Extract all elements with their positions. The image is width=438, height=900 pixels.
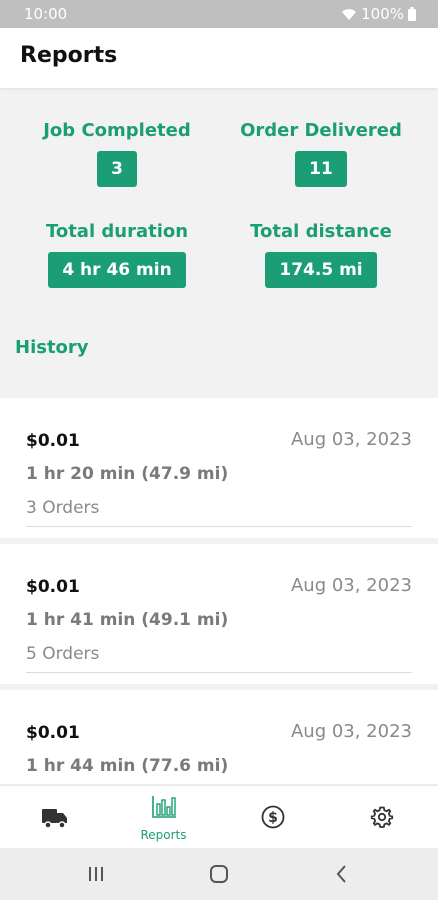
history-duration: 1 hr 44 min (77.6 mi) bbox=[26, 756, 229, 776]
status-indicators: 100% bbox=[341, 5, 416, 23]
nav-settings[interactable] bbox=[327, 786, 436, 848]
order-delivered-label: Order Delivered bbox=[240, 120, 402, 141]
truck-icon bbox=[41, 809, 67, 829]
history-orders: 3 Orders bbox=[26, 498, 100, 518]
status-bar: 10:00 100% bbox=[0, 0, 438, 28]
page-title: Reports bbox=[20, 43, 118, 68]
history-orders: 5 Orders bbox=[26, 644, 100, 664]
history-title: History bbox=[15, 337, 89, 358]
order-delivered-value: 11 bbox=[295, 151, 347, 187]
back-icon[interactable] bbox=[330, 862, 354, 886]
job-completed-label: Job Completed bbox=[43, 120, 191, 141]
bar-chart-icon bbox=[151, 796, 176, 818]
svg-text:$: $ bbox=[268, 810, 278, 826]
history-item[interactable]: $0.01 Aug 03, 2023 1 hr 20 min (47.9 mi)… bbox=[0, 398, 438, 538]
history-list[interactable]: $0.01 Aug 03, 2023 1 hr 20 min (47.9 mi)… bbox=[0, 398, 438, 784]
divider bbox=[26, 672, 412, 673]
nav-reports-label: Reports bbox=[140, 828, 187, 842]
total-distance-value: 174.5 mi bbox=[265, 252, 377, 288]
divider bbox=[26, 526, 412, 527]
total-duration-value: 4 hr 46 min bbox=[48, 252, 186, 288]
wifi-icon bbox=[342, 8, 357, 20]
job-completed-value: 3 bbox=[97, 151, 137, 187]
nav-reports[interactable]: Reports bbox=[109, 786, 218, 848]
history-amount: $0.01 bbox=[26, 723, 80, 743]
history-item[interactable]: $0.01 Aug 03, 2023 1 hr 41 min (49.1 mi)… bbox=[0, 544, 438, 684]
home-icon[interactable] bbox=[207, 862, 231, 886]
dollar-icon: $ bbox=[261, 805, 284, 829]
nav-earnings[interactable]: $ bbox=[218, 786, 327, 848]
stat-job-completed: Job Completed 3 bbox=[17, 120, 217, 187]
total-duration-label: Total duration bbox=[45, 221, 189, 242]
history-date: Aug 03, 2023 bbox=[290, 721, 412, 742]
history-duration: 1 hr 41 min (49.1 mi) bbox=[26, 610, 229, 630]
history-date: Aug 03, 2023 bbox=[290, 575, 412, 596]
stat-total-distance: Total distance 174.5 mi bbox=[221, 221, 421, 288]
gear-icon bbox=[370, 806, 393, 828]
stat-order-delivered: Order Delivered 11 bbox=[221, 120, 421, 187]
history-duration: 1 hr 20 min (47.9 mi) bbox=[26, 464, 229, 484]
system-nav-bar bbox=[0, 848, 438, 900]
app-bar: Reports bbox=[0, 28, 438, 88]
stat-total-duration: Total duration 4 hr 46 min bbox=[17, 221, 217, 288]
battery-percent: 100% bbox=[361, 5, 404, 23]
history-date: Aug 03, 2023 bbox=[290, 429, 412, 450]
status-time: 10:00 bbox=[24, 5, 68, 23]
total-distance-label: Total distance bbox=[250, 221, 392, 242]
history-amount: $0.01 bbox=[26, 431, 80, 451]
battery-icon bbox=[408, 7, 416, 21]
nav-jobs[interactable] bbox=[0, 786, 109, 848]
bottom-nav: Reports $ bbox=[0, 786, 438, 848]
history-amount: $0.01 bbox=[26, 577, 80, 597]
history-item[interactable]: $0.01 Aug 03, 2023 1 hr 44 min (77.6 mi) bbox=[0, 690, 438, 784]
recents-icon[interactable] bbox=[84, 862, 108, 886]
